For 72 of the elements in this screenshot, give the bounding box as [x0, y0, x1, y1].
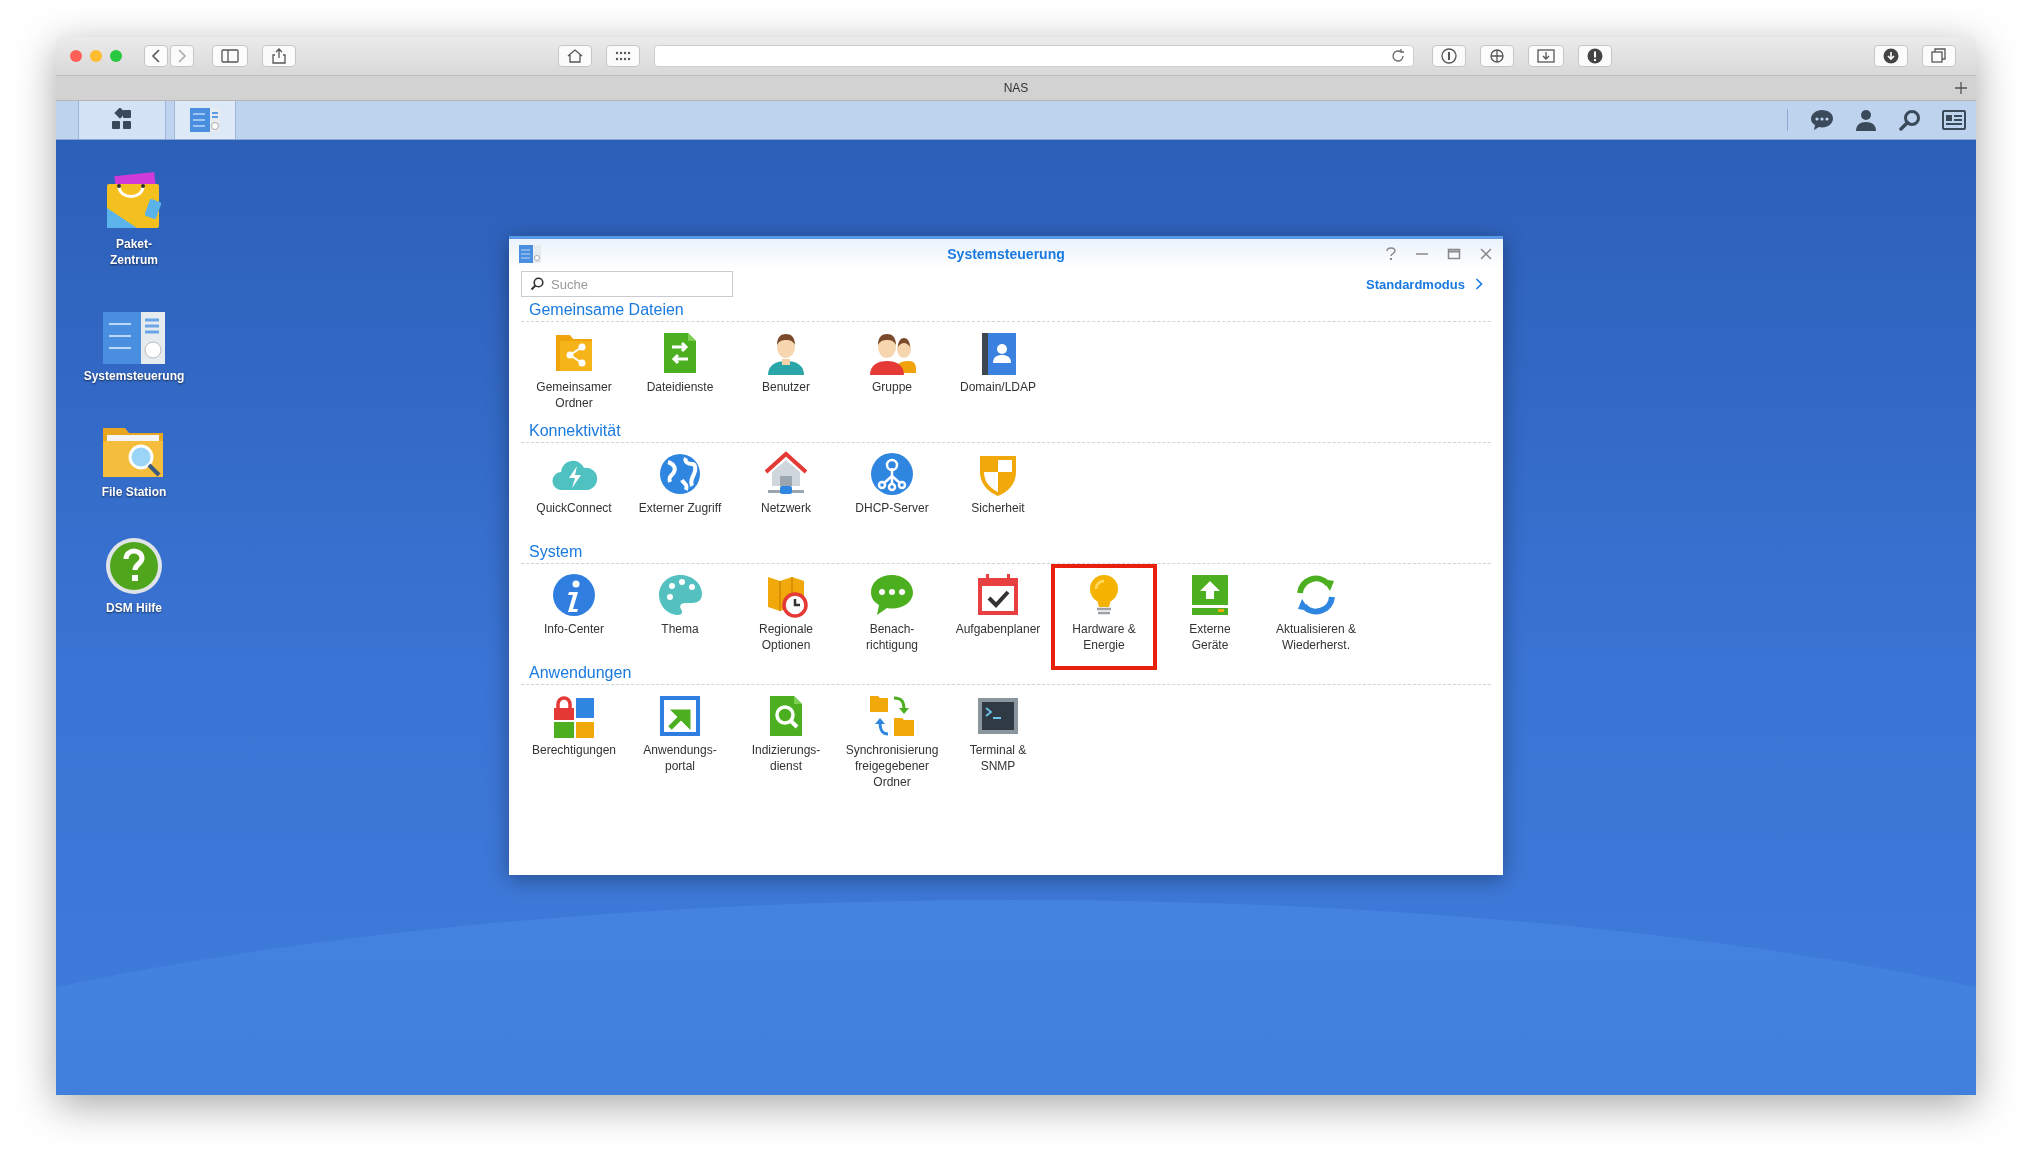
control-panel-icon[interactable] — [103, 312, 165, 364]
shortcut-label[interactable]: Paket- Zentrum — [110, 236, 158, 268]
download-button[interactable] — [1874, 45, 1908, 67]
search-field[interactable]: Suche — [521, 271, 733, 297]
back-button[interactable] — [144, 45, 168, 67]
control-panel-item[interactable]: Aktualisieren & Wiederherst. — [1263, 564, 1369, 670]
grid-button[interactable] — [606, 45, 640, 67]
control-panel-item[interactable]: Externer Zugriff — [627, 443, 733, 549]
control-panel-item[interactable]: Benutzer — [733, 322, 839, 428]
section-heading: Gemeinsame Dateien — [528, 300, 685, 320]
new-tab-icon[interactable] — [1954, 81, 1968, 95]
window-title: Systemsteuerung — [947, 246, 1065, 262]
control-panel-item[interactable]: Indizierungs- dienst — [733, 685, 839, 791]
control-panel-task-button[interactable] — [174, 101, 236, 139]
section-heading: Konnektivität — [528, 421, 622, 441]
sidebar-icon — [221, 49, 239, 63]
control-panel-icon — [189, 107, 221, 133]
download-icon — [1883, 48, 1899, 64]
control-panel-item[interactable]: Netzwerk — [733, 443, 839, 549]
circle-bar-icon — [1441, 48, 1457, 64]
main-menu-button[interactable] — [78, 101, 166, 139]
share-icon — [272, 48, 286, 64]
shortcut-label[interactable]: DSM Hilfe — [106, 600, 162, 616]
control-panel-item[interactable]: Berechtigungen — [521, 685, 627, 791]
control-panel-item[interactable]: Regionale Optionen — [733, 564, 839, 670]
reader-button[interactable] — [1528, 45, 1564, 67]
extension-button[interactable] — [1480, 45, 1514, 67]
help-icon[interactable] — [1385, 247, 1397, 261]
info-icon — [550, 571, 598, 619]
sidebar-button[interactable] — [212, 45, 248, 67]
control-panel-item[interactable]: Benach- richtigung — [839, 564, 945, 670]
home-icon — [567, 49, 583, 63]
chevron-right-icon — [177, 49, 187, 63]
control-panel-item[interactable]: Hardware & Energie — [1051, 564, 1157, 670]
speech-bubble-icon — [1810, 109, 1834, 131]
alert-icon — [1587, 48, 1603, 64]
control-panel-item[interactable]: Terminal & SNMP — [945, 685, 1051, 791]
user-icon — [1855, 109, 1877, 131]
shortcut-label[interactable]: File Station — [101, 484, 167, 500]
download-box-icon — [1537, 49, 1555, 63]
control-panel-item[interactable]: Anwendungs- portal — [627, 685, 733, 791]
control-panel-item[interactable]: Aufgabenplaner — [945, 564, 1051, 670]
tabs-button[interactable] — [1922, 45, 1956, 67]
control-panel-item[interactable]: Gruppe — [839, 322, 945, 428]
reload-icon[interactable] — [1391, 49, 1405, 63]
standard-mode-link[interactable]: Standardmodus — [1366, 276, 1483, 292]
shortcut-label[interactable]: Systemsteuerung — [83, 368, 185, 384]
crosshair-icon — [1489, 48, 1505, 64]
control-panel-item[interactable]: Synchronisierung freigegebener Ordner — [839, 685, 945, 791]
control-panel-icon — [519, 245, 541, 263]
control-panel-item[interactable]: DHCP-Server — [839, 443, 945, 549]
home-button[interactable] — [558, 45, 592, 67]
share-button[interactable] — [262, 45, 296, 67]
chevron-left-icon — [151, 49, 161, 63]
search-icon — [1899, 109, 1921, 131]
password-button[interactable] — [1432, 45, 1466, 67]
alert-button[interactable] — [1578, 45, 1612, 67]
section-heading: System — [528, 542, 584, 562]
chevron-right-icon — [1475, 278, 1483, 290]
main-menu-icon — [110, 108, 134, 132]
control-panel-item[interactable]: Domain/LDAP — [945, 322, 1051, 428]
control-panel-item[interactable]: Externe Geräte — [1157, 564, 1263, 670]
tab-title[interactable]: NAS — [1003, 81, 1029, 95]
maximize-icon[interactable] — [1447, 247, 1461, 261]
control-panel-item[interactable]: Dateidienste — [627, 322, 733, 428]
network-nodes-icon — [868, 450, 916, 498]
dots-grid-icon — [615, 51, 631, 61]
help-icon[interactable] — [104, 536, 164, 596]
widget-card-icon — [1942, 110, 1966, 130]
close-icon[interactable] — [1479, 247, 1493, 261]
tabs-icon — [1931, 48, 1947, 64]
control-panel-item[interactable]: Sicherheit — [945, 443, 1051, 549]
